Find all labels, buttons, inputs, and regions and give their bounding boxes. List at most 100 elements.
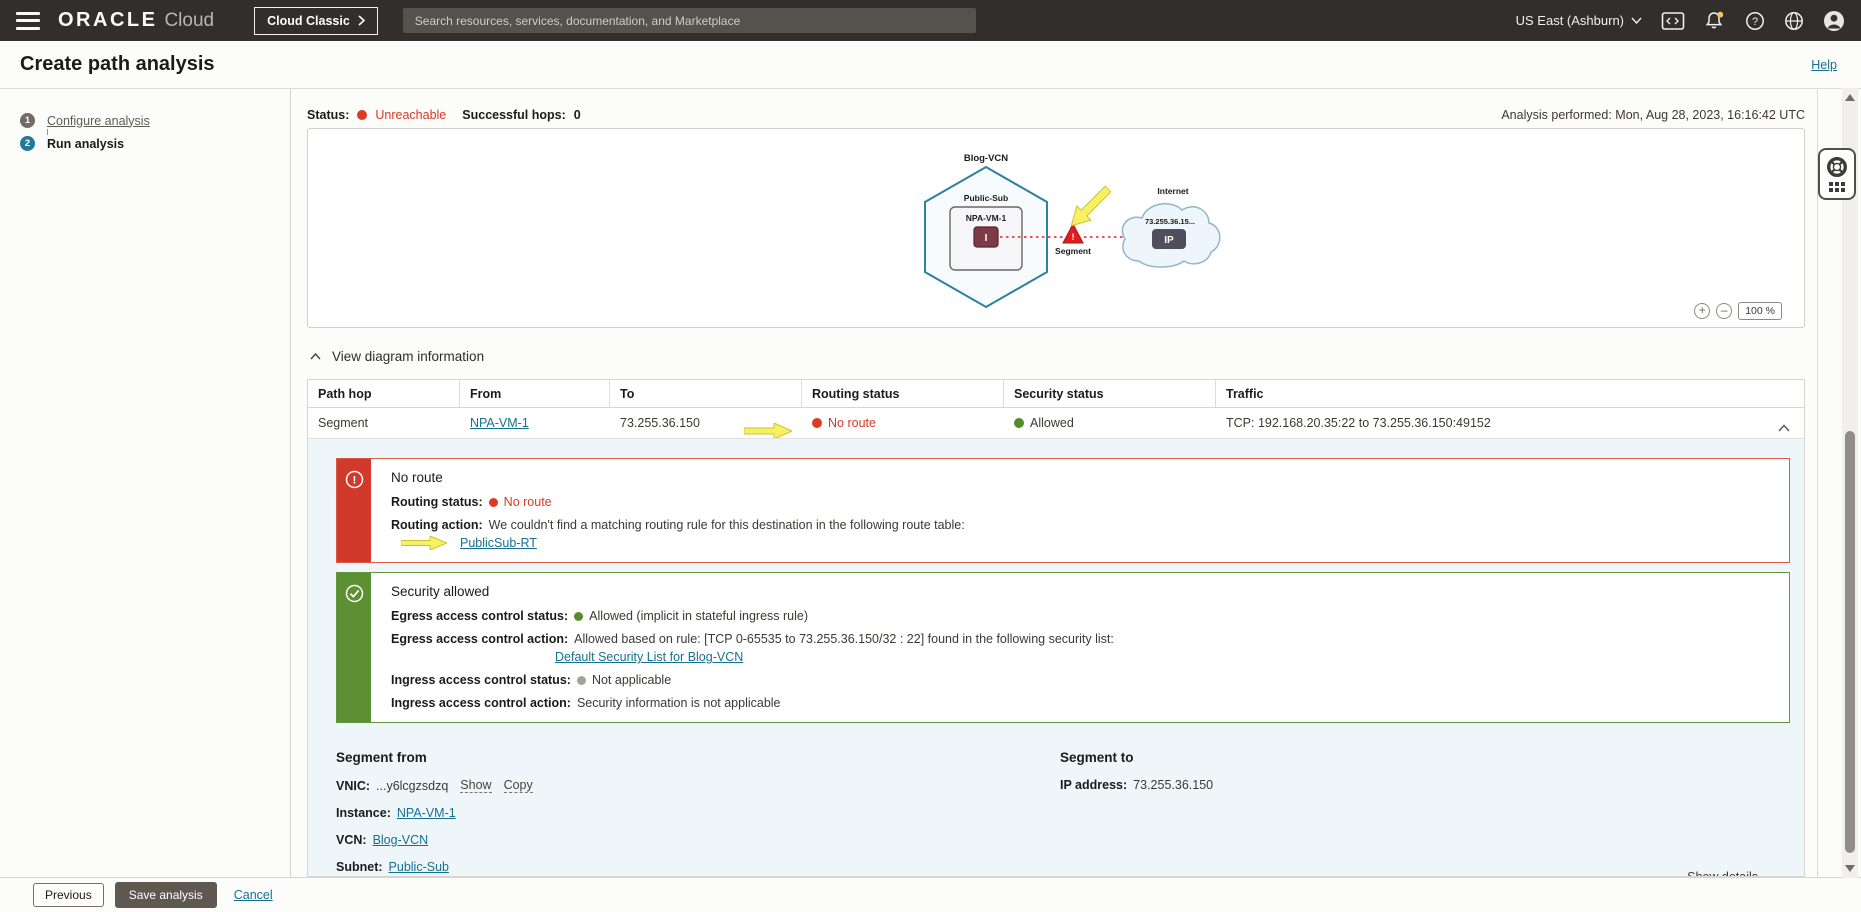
destination-ip-label: 73.255.36.15...: [1145, 217, 1195, 226]
save-analysis-button[interactable]: Save analysis: [115, 882, 217, 908]
segment-label: Segment: [1055, 246, 1091, 256]
lifebuoy-icon: [1826, 156, 1848, 178]
cancel-link[interactable]: Cancel: [234, 888, 273, 902]
chevron-right-icon: [358, 15, 365, 26]
cloud-classic-label: Cloud Classic: [267, 14, 350, 28]
scrollbar-down-arrow[interactable]: [1845, 865, 1855, 872]
routing-status-text: No route: [504, 495, 552, 509]
help-link[interactable]: Help: [1811, 58, 1837, 72]
topology-diagram-panel: Blog-VCN Public-Sub NPA-VM-1 I ! Seg: [307, 128, 1805, 328]
zoom-in-button[interactable]: +: [1694, 303, 1710, 319]
segment-from-title: Segment from: [336, 750, 1060, 765]
allowed-dot: [1014, 418, 1024, 428]
security-status-value: Allowed: [1030, 416, 1074, 430]
chevron-down-icon: [1631, 17, 1642, 24]
zoom-out-button[interactable]: –: [1716, 303, 1732, 319]
wizard-footer: Previous Save analysis Cancel: [0, 878, 1861, 912]
segment-details: Segment from VNIC: ...y6lcgzsdzq Show Co…: [336, 750, 1790, 874]
previous-button[interactable]: Previous: [33, 883, 104, 907]
routing-action-label: Routing action:: [391, 518, 483, 532]
cloud-shell-icon[interactable]: [1661, 11, 1685, 31]
cell-from-link[interactable]: NPA-VM-1: [470, 416, 529, 430]
subnet-label: Public-Sub: [964, 193, 1008, 203]
vertical-scrollbar[interactable]: [1842, 88, 1858, 878]
egress-status-value: Allowed (implicit in stateful ingress ru…: [589, 609, 808, 623]
page-title: Create path analysis: [20, 53, 215, 76]
step-1-label[interactable]: Configure analysis: [47, 114, 150, 128]
status-value: Unreachable: [375, 108, 446, 122]
egress-status-label: Egress access control status:: [391, 609, 568, 623]
user-avatar[interactable]: [1823, 10, 1845, 32]
clipped-bottom-text: Show details: [1687, 870, 1758, 876]
vnic-copy-link[interactable]: Copy: [504, 778, 533, 793]
security-list-link[interactable]: Default Security List for Blog-VCN: [555, 650, 743, 664]
routing-status-value: No route: [828, 416, 876, 430]
column-header-traffic: Traffic: [1216, 380, 1804, 407]
chevron-up-icon: [310, 353, 321, 360]
wizard-steps: 1 Configure analysis 2 Run analysis: [0, 89, 291, 877]
hamburger-menu-icon[interactable]: [16, 12, 40, 30]
svg-text:?: ?: [1752, 16, 1758, 28]
vcn-label: Blog-VCN: [964, 153, 1008, 164]
path-hop-table: Path hop From To Routing status Security…: [307, 379, 1805, 877]
routing-action-text: We couldn't find a matching routing rule…: [489, 518, 965, 532]
network-topology-diagram: Blog-VCN Public-Sub NPA-VM-1 I ! Seg: [890, 137, 1230, 322]
wizard-content: 1 Configure analysis 2 Run analysis Stat…: [0, 88, 1861, 878]
ip-chip-label: IP: [1164, 235, 1174, 246]
egress-action-label: Egress access control action:: [391, 632, 568, 646]
collapse-row-chevron-icon[interactable]: [1778, 424, 1790, 432]
column-header-to: To: [610, 380, 802, 407]
support-widget-button[interactable]: [1818, 148, 1856, 200]
security-allowed-box: Security allowed Egress access control s…: [336, 572, 1790, 723]
vnic-show-link[interactable]: Show: [460, 778, 491, 793]
diagram-callout-arrow: [1064, 182, 1115, 233]
ip-address-value: 73.255.36.150: [1133, 778, 1213, 792]
instance-link[interactable]: NPA-VM-1: [397, 806, 456, 820]
egress-status-dot: [574, 612, 583, 621]
instance-name-label: NPA-VM-1: [966, 213, 1007, 223]
app-window: ORACLE Cloud Cloud Classic US East (Ashb…: [0, 0, 1861, 912]
cell-path-hop: Segment: [308, 416, 460, 430]
zoom-level-value[interactable]: 100 %: [1738, 302, 1782, 320]
segment-to-column: Segment to IP address: 73.255.36.150: [1060, 750, 1213, 874]
help-icon[interactable]: ?: [1745, 11, 1765, 31]
scrollbar-thumb[interactable]: [1845, 431, 1855, 853]
internet-label: Internet: [1157, 186, 1188, 196]
language-globe-icon[interactable]: [1784, 11, 1804, 31]
ingress-action-text: Security information is not applicable: [577, 696, 781, 710]
instance-letter: I: [985, 233, 988, 244]
search-input[interactable]: [403, 8, 976, 33]
route-table-link[interactable]: PublicSub-RT: [460, 536, 537, 550]
hop-detail-panel: ! No route Routing status: No route: [308, 438, 1804, 876]
scrollbar-up-arrow[interactable]: [1845, 94, 1855, 101]
ingress-status-dot: [577, 676, 586, 685]
cell-traffic: TCP: 192.168.20.35:22 to 73.255.36.150:4…: [1216, 416, 1804, 430]
step-2-circle: 2: [20, 136, 35, 151]
region-selector[interactable]: US East (Ashburn): [1516, 13, 1642, 28]
no-route-error-box: ! No route Routing status: No route: [336, 458, 1790, 563]
hops-label: Successful hops:: [462, 108, 566, 122]
subnet-detail-label: Subnet:: [336, 860, 383, 874]
table-row[interactable]: Segment NPA-VM-1 73.255.36.150 No route …: [308, 408, 1804, 438]
vcn-label: VCN:: [336, 833, 367, 847]
top-bar-right: US East (Ashburn) ?: [1516, 10, 1845, 32]
global-search: [403, 8, 976, 33]
vnic-value: ...y6lcgzsdzq: [376, 779, 448, 793]
step-run-analysis[interactable]: 2 Run analysis: [20, 136, 290, 151]
routing-callout-arrow: [744, 423, 792, 439]
routing-status-dot: [489, 498, 498, 507]
cell-security-status: Allowed: [1004, 416, 1216, 430]
warning-exclamation: !: [1072, 232, 1075, 242]
no-route-title: No route: [391, 470, 1769, 485]
view-diagram-information-toggle[interactable]: View diagram information: [307, 349, 1805, 364]
step-connector: [47, 129, 48, 135]
route-table-callout-arrow: [401, 536, 447, 550]
ingress-action-label: Ingress access control action:: [391, 696, 571, 710]
column-header-routing-status: Routing status: [802, 380, 1004, 407]
subnet-link[interactable]: Public-Sub: [389, 860, 449, 874]
instance-label: Instance:: [336, 806, 391, 820]
notifications-bell-icon[interactable]: [1704, 10, 1726, 31]
step-configure-analysis[interactable]: 1 Configure analysis: [20, 113, 290, 128]
cloud-classic-button[interactable]: Cloud Classic: [254, 7, 378, 35]
vcn-link[interactable]: Blog-VCN: [373, 833, 429, 847]
